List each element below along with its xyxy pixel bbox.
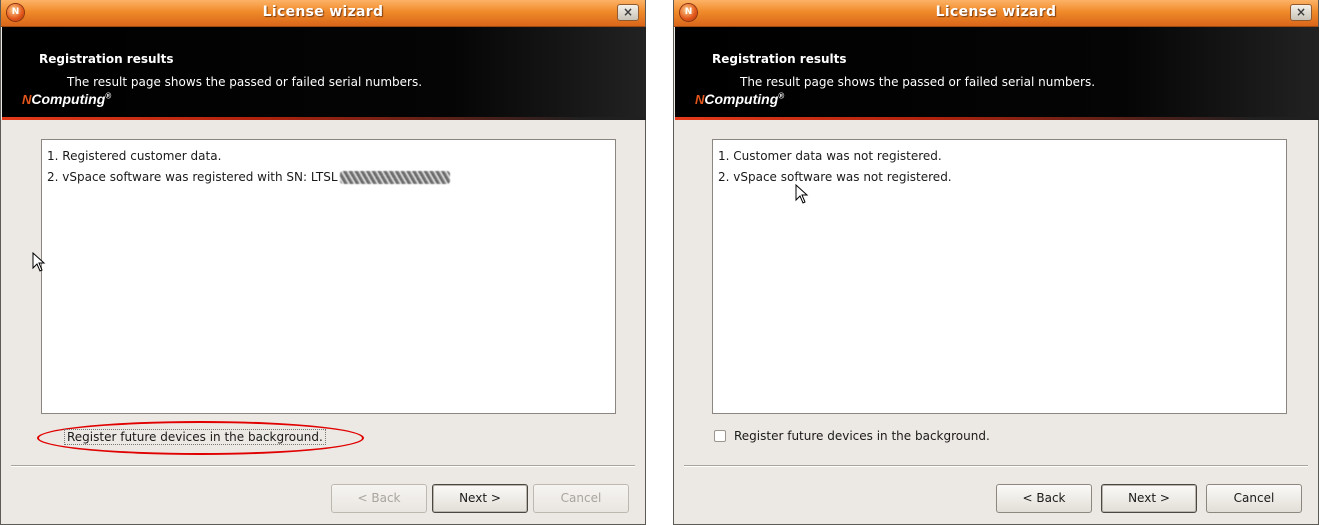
title-bar[interactable]: N License wizard × <box>674 0 1318 27</box>
wizard-banner: Registration results The result page sho… <box>2 27 646 120</box>
mouse-pointer-icon <box>32 252 46 272</box>
results-text-area[interactable]: 1. Registered customer data. 2. vSpace s… <box>41 139 616 414</box>
logo-registered: ® <box>778 91 785 101</box>
license-wizard-window-left: N License wizard × Registration results … <box>0 0 646 525</box>
banner-accent-line <box>675 117 1319 120</box>
window-title: License wizard <box>262 4 384 20</box>
logo-registered: ® <box>105 91 112 101</box>
result-line: 2. vSpace software was registered with S… <box>47 170 450 184</box>
ncomputing-logo: NComputing® <box>695 91 784 107</box>
checkbox-label[interactable]: Register future devices in the backgroun… <box>64 429 326 445</box>
banner-title: Registration results <box>39 52 174 66</box>
title-bar[interactable]: N License wizard × <box>1 0 645 27</box>
license-wizard-window-right: N License wizard × Registration results … <box>673 0 1319 525</box>
banner-accent-line <box>2 117 646 120</box>
close-button[interactable]: × <box>1290 4 1312 21</box>
ncomputing-logo: NComputing® <box>22 91 111 107</box>
back-button[interactable]: < Back <box>331 484 427 513</box>
result-line-text: 2. vSpace software was registered with S… <box>47 170 338 184</box>
checkbox-label[interactable]: Register future devices in the backgroun… <box>734 429 990 443</box>
result-line: 2. vSpace software was not registered. <box>718 170 952 184</box>
next-button[interactable]: Next > <box>432 484 528 513</box>
banner-subtitle: The result page shows the passed or fail… <box>67 75 423 89</box>
result-line: 1. Customer data was not registered. <box>718 149 942 163</box>
window-title: License wizard <box>935 4 1057 20</box>
mouse-pointer-icon <box>795 184 809 204</box>
logo-text: Computing <box>31 91 106 107</box>
banner-subtitle: The result page shows the passed or fail… <box>740 75 1096 89</box>
logo-mark: N <box>695 92 705 107</box>
close-button[interactable]: × <box>617 4 639 21</box>
banner-title: Registration results <box>712 52 847 66</box>
separator <box>11 465 635 467</box>
wizard-banner: Registration results The result page sho… <box>675 27 1319 120</box>
results-text-area[interactable]: 1. Customer data was not registered. 2. … <box>712 139 1287 414</box>
logo-mark: N <box>22 92 32 107</box>
result-line: 1. Registered customer data. <box>47 149 222 163</box>
cancel-button[interactable]: Cancel <box>533 484 629 513</box>
separator <box>684 465 1308 467</box>
next-button[interactable]: Next > <box>1101 484 1197 513</box>
blurred-serial-number <box>339 171 450 184</box>
logo-text: Computing <box>704 91 779 107</box>
register-background-checkbox[interactable] <box>714 430 726 442</box>
back-button[interactable]: < Back <box>996 484 1092 513</box>
cancel-button[interactable]: Cancel <box>1206 484 1302 513</box>
